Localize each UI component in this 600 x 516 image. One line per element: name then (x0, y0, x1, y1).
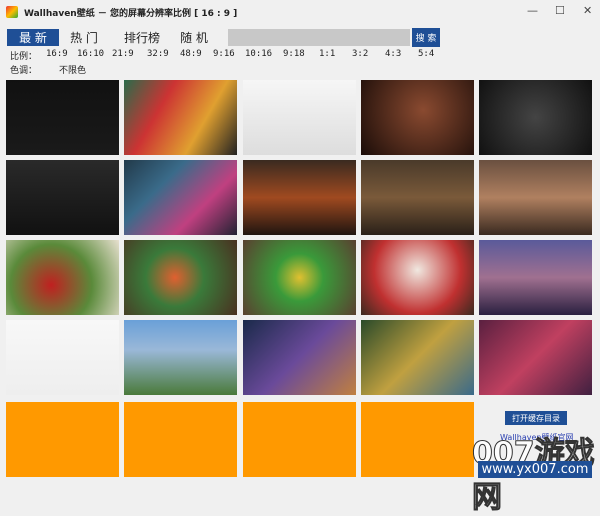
ratio-option[interactable]: 3:2 (352, 49, 368, 59)
wallpaper-thumbnail[interactable] (361, 160, 474, 235)
placeholder-thumbnail[interactable] (243, 402, 356, 477)
placeholder-thumbnail[interactable] (124, 402, 237, 477)
wallpaper-thumbnail[interactable] (361, 320, 474, 395)
ratio-option[interactable]: 32:9 (147, 49, 169, 59)
tab-hot[interactable]: 热 门 (66, 29, 102, 46)
ratio-label: 比例： (10, 52, 38, 62)
wallpaper-thumbnail[interactable] (361, 240, 474, 315)
placeholder-thumbnail[interactable] (361, 402, 474, 477)
ratio-option[interactable]: 16:10 (77, 49, 104, 59)
wallpaper-thumbnail[interactable] (361, 80, 474, 155)
wallpaper-thumbnail[interactable] (124, 320, 237, 395)
close-button[interactable]: ✕ (583, 4, 592, 17)
tab-latest[interactable]: 最 新 (7, 29, 59, 46)
wallpaper-thumbnail[interactable] (6, 80, 119, 155)
wallpaper-thumbnail[interactable] (243, 160, 356, 235)
maximize-button[interactable]: ☐ (555, 4, 565, 17)
wallpaper-thumbnail[interactable] (243, 240, 356, 315)
ratio-option[interactable]: 1:1 (319, 49, 335, 59)
tab-ranking[interactable]: 排行榜 (120, 29, 164, 46)
wallpaper-thumbnail[interactable] (124, 240, 237, 315)
ratio-option[interactable]: 16:9 (46, 49, 68, 59)
wallpaper-thumbnail[interactable] (124, 160, 237, 235)
tab-random[interactable]: 随 机 (176, 29, 212, 46)
search-button[interactable]: 搜 索 (412, 28, 440, 47)
watermark-url: www.yx007.com (478, 461, 592, 478)
wallpaper-thumbnail[interactable] (6, 240, 119, 315)
open-cache-button[interactable]: 打开缓存目录 (505, 411, 567, 425)
color-option[interactable]: 不限色 (59, 63, 86, 76)
ratio-option[interactable]: 48:9 (180, 49, 202, 59)
wallpaper-thumbnail[interactable] (243, 320, 356, 395)
wallpaper-thumbnail[interactable] (479, 160, 592, 235)
title-bar: Wallhaven壁纸 － 您的屏幕分辨率比例 [ 16 : 9 ] (0, 0, 600, 24)
search-input[interactable] (228, 29, 410, 46)
ratio-option[interactable]: 5:4 (418, 49, 434, 59)
wallpaper-thumbnail[interactable] (479, 240, 592, 315)
wallpaper-thumbnail[interactable] (479, 320, 592, 395)
ratio-option[interactable]: 21:9 (112, 49, 134, 59)
ratio-option[interactable]: 4:3 (385, 49, 401, 59)
wallpaper-thumbnail[interactable] (479, 80, 592, 155)
ratio-option[interactable]: 9:16 (213, 49, 235, 59)
wallpaper-thumbnail[interactable] (124, 80, 237, 155)
app-icon (6, 6, 18, 18)
wallpaper-thumbnail[interactable] (6, 320, 119, 395)
color-label: 色调： (10, 66, 38, 76)
placeholder-thumbnail[interactable] (6, 402, 119, 477)
wallpaper-thumbnail[interactable] (243, 80, 356, 155)
minimize-button[interactable]: — (527, 4, 538, 17)
wallpaper-thumbnail[interactable] (6, 160, 119, 235)
ratio-option[interactable]: 9:18 (283, 49, 305, 59)
ratio-option[interactable]: 10:16 (245, 49, 272, 59)
window-title: Wallhaven壁纸 － 您的屏幕分辨率比例 [ 16 : 9 ] (24, 8, 238, 19)
